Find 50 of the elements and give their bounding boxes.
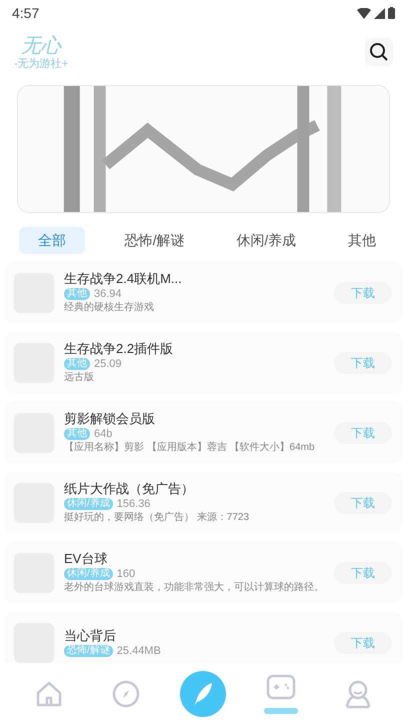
app-card[interactable]: EV台球 休闲/养成 160 老外的台球游戏直装，功能非常强大，可以计算球的路径。 下载 <box>5 542 402 603</box>
app-size: 64b <box>94 427 112 441</box>
app-description: 老外的台球游戏直装，功能非常强大，可以计算球的路径。 <box>64 581 325 595</box>
category-tab[interactable]: 恐怖/解谜 <box>112 227 197 254</box>
compass-icon <box>112 680 140 708</box>
gamepad-icon <box>266 674 296 700</box>
person-icon <box>344 679 372 709</box>
app-name: 当心背后 <box>64 627 117 644</box>
battery-icon <box>388 7 395 19</box>
status-time: 4:57 <box>12 4 40 22</box>
search-button[interactable] <box>365 38 393 66</box>
wifi-icon <box>357 8 371 18</box>
app-name: 剪影解锁会员版 <box>64 410 156 427</box>
app-tag: 其他 <box>64 288 90 300</box>
app-size: 160 <box>116 567 136 581</box>
nav-tab[interactable] <box>266 674 296 702</box>
app-card[interactable]: 生存战争2.4联机M... 其他 36.94 经典的硬核生存游戏 下载 <box>5 262 402 323</box>
app-name: 生存战争2.4联机M... <box>64 270 183 287</box>
app-description: 【应用名称】剪影 【应用版本】蓉吉 【软件大小】64mb <box>64 441 316 455</box>
category-tab[interactable]: 其他 <box>336 227 388 254</box>
nav-tab[interactable] <box>112 680 140 708</box>
app-size: 25.44MB <box>116 644 161 658</box>
app-tag: 休闲/养成 <box>64 498 113 510</box>
app-name: 纸片大作战（免广告） <box>64 480 195 497</box>
app-name: EV台球 <box>64 550 108 567</box>
search-icon <box>369 42 389 62</box>
app-size: 25.09 <box>94 357 122 371</box>
app-card[interactable]: 剪影解锁会员版 其他 64b 【应用名称】剪影 【应用版本】蓉吉 【软件大小】64mb 下载 <box>5 402 402 463</box>
app-description: 经典的硬核生存游戏 <box>64 301 155 315</box>
selected-indicator <box>264 708 298 714</box>
app-tag: 其他 <box>64 428 90 440</box>
app-card[interactable]: 生存战争2.2插件版 其他 25.09 远古版 下载 <box>5 332 402 393</box>
app-description: 远古版 <box>64 371 95 385</box>
app-size: 156.36 <box>116 497 150 511</box>
nav-tab[interactable] <box>344 679 372 709</box>
signal-icon <box>374 8 385 18</box>
category-tab[interactable]: 休闲/养成 <box>224 227 308 254</box>
nav-tab[interactable] <box>180 671 226 717</box>
nav-tab[interactable] <box>34 680 63 708</box>
app-description: 挺好玩的，要网络（免广告） 来源：7723 <box>64 511 250 525</box>
app-tag: 恐怖/解谜 <box>64 645 113 657</box>
app-card[interactable]: 纸片大作战（免广告） 休闲/养成 156.36 挺好玩的，要网络（免广告） 来源：7723 下载 <box>5 472 402 533</box>
logo: 无心 <box>21 33 62 57</box>
logo-subtitle: -无为游社+ <box>14 57 68 71</box>
app-tag: 其他 <box>64 358 90 370</box>
app-tag: 休闲/养成 <box>64 568 113 580</box>
app-name: 生存战争2.2插件版 <box>64 340 174 357</box>
app-size: 36.94 <box>94 287 122 301</box>
app-card[interactable]: 当心背后 恐怖/解谜 25.44MB 下载 <box>5 612 402 663</box>
home-icon <box>34 680 63 708</box>
